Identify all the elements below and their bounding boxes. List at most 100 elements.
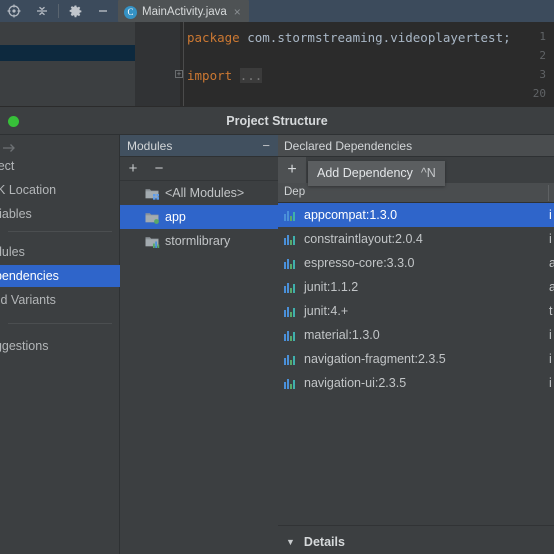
module-item-label: <All Modules> [165, 186, 245, 200]
dialog-sidebar: oject DK Location ariables odules ependencie… [0, 135, 120, 554]
details-title: Details [303, 535, 345, 549]
dependencies-list[interactable]: appcompat:1.3.0 i constraintlayout:2.0.4 i e… [278, 203, 554, 526]
dependency-row[interactable]: espresso-core:3.3.0 a [278, 251, 554, 275]
library-icon [284, 210, 297, 221]
sidebar-item-project[interactable]: oject [0, 155, 120, 177]
all-modules-icon [145, 187, 160, 200]
details-section: ▼ Details Group ID:androidx.appcompatArt… [278, 527, 554, 554]
column-divider[interactable] [548, 185, 549, 201]
sidebar-item-sdk-location[interactable]: DK Location [0, 179, 120, 201]
dependencies-panel-header: Declared Dependencies [278, 135, 554, 157]
code-token: ... [239, 68, 263, 83]
minimize-icon[interactable]: − [262, 139, 270, 152]
window-status-dot-icon[interactable] [8, 116, 19, 127]
sidebar-item-label: oject [0, 159, 15, 173]
dependency-label: junit:4.+ [304, 304, 349, 318]
details-header[interactable]: ▼ Details [286, 535, 345, 549]
sidebar-separator [8, 323, 112, 324]
dependency-label: appcompat:1.3.0 [304, 208, 398, 222]
dependency-scope: a [549, 280, 554, 294]
code-token: import [187, 68, 240, 83]
library-icon [284, 306, 297, 317]
library-icon [284, 282, 297, 293]
editor-tab-mainactivity[interactable]: C MainActivity.java × [118, 0, 249, 22]
dependency-label: navigation-fragment:2.3.5 [304, 352, 446, 366]
add-dependency-button[interactable]: + [278, 157, 306, 183]
dependency-scope: i [549, 208, 552, 222]
module-list-item[interactable]: stormlibrary [120, 229, 278, 253]
collapse-all-icon[interactable] [28, 0, 56, 22]
dependency-scope: i [549, 328, 552, 342]
app-module-icon [145, 211, 160, 224]
editor-tab-label: MainActivity.java [142, 6, 227, 18]
dependency-scope: i [549, 352, 552, 366]
dependency-row[interactable]: appcompat:1.3.0 i [278, 203, 554, 227]
java-class-icon: C [124, 5, 137, 19]
editor-gutter [135, 22, 180, 106]
dependency-row[interactable]: navigation-fragment:2.3.5 i [278, 347, 554, 371]
project-tree-panel[interactable] [0, 22, 135, 106]
modules-list[interactable]: <All Modules> app stormlibrary [120, 181, 278, 554]
dependency-row[interactable]: constraintlayout:2.0.4 i [278, 227, 554, 251]
gutter-line-number: 20 [532, 87, 546, 100]
project-tree-selected-row[interactable] [0, 45, 135, 61]
module-item-label: app [165, 210, 186, 224]
dependency-row[interactable]: junit:4.+ t [278, 299, 554, 323]
sidebar-item-label: uild Variants [0, 293, 56, 307]
module-list-item[interactable]: app [120, 205, 278, 229]
code-fold-icon[interactable]: + [175, 70, 183, 78]
library-icon [284, 258, 297, 269]
dependency-label: espresso-core:3.3.0 [304, 256, 415, 270]
code-editor[interactable]: 1 package com.stormstreaming.videoplayert… [135, 22, 554, 106]
dependency-scope: i [549, 232, 552, 246]
sidebar-item-suggestions[interactable]: uggestions [0, 335, 120, 357]
dialog-title: Project Structure [226, 113, 328, 128]
close-icon[interactable]: × [234, 5, 241, 19]
sidebar-item-modules[interactable]: odules [0, 241, 120, 263]
toolbar-divider [58, 4, 59, 18]
sidebar-item-dependencies[interactable]: ependencies [0, 265, 120, 287]
dependency-row[interactable]: navigation-ui:2.3.5 i [278, 371, 554, 395]
module-item-label: stormlibrary [165, 234, 231, 248]
ide-toolbar-icons [0, 0, 117, 22]
code-token: com.stormstreaming.videoplayertest; [247, 30, 511, 45]
sidebar-item-variables[interactable]: ariables [0, 203, 120, 225]
screen: C MainActivity.java × 1 package com.storm… [0, 0, 554, 554]
gutter-line-number: 3 [539, 68, 546, 81]
modules-panel-header: Modules − [120, 135, 278, 157]
modules-panel: Modules − + − <All Modules> app stormlibra… [120, 135, 278, 554]
module-list-item[interactable]: <All Modules> [120, 181, 278, 205]
dependency-row[interactable]: material:1.3.0 i [278, 323, 554, 347]
library-icon [284, 330, 297, 341]
chevron-down-icon[interactable]: ▼ [286, 537, 295, 547]
project-structure-dialog: Project Structure oject DK Location ariabl… [0, 106, 554, 554]
dependencies-column-header[interactable]: Dep [278, 183, 554, 203]
gutter-line-number: 1 [539, 30, 546, 43]
locate-target-icon[interactable] [0, 0, 28, 22]
gutter-line-number: 2 [539, 49, 546, 62]
dependency-label: constraintlayout:2.0.4 [304, 232, 423, 246]
dependency-scope: a [549, 256, 554, 270]
dependency-scope: t [549, 304, 553, 318]
sidebar-item-label: uggestions [0, 339, 49, 353]
dependency-label: navigation-ui:2.3.5 [304, 376, 407, 390]
column-header-dependency: Dep [284, 186, 306, 198]
gear-icon[interactable] [61, 0, 89, 22]
tooltip-shortcut: ^N [420, 166, 436, 180]
library-icon [284, 378, 297, 389]
gutter-divider [183, 22, 184, 106]
sidebar-item-build-variants[interactable]: uild Variants [0, 289, 120, 311]
add-module-button[interactable]: + [120, 158, 146, 180]
dependency-label: material:1.3.0 [304, 328, 380, 342]
ide-toolbar: C MainActivity.java × [0, 0, 554, 22]
dependency-row[interactable]: junit:1.1.2 a [278, 275, 554, 299]
remove-module-button[interactable]: − [146, 158, 172, 180]
code-token: package [187, 30, 248, 45]
code-line[interactable]: package com.stormstreaming.videoplayerte… [187, 30, 511, 45]
minimize-icon[interactable] [89, 0, 117, 22]
code-line[interactable]: import ... [187, 68, 263, 83]
modules-header-label: Modules [127, 138, 173, 153]
dependencies-header-label: Declared Dependencies [284, 138, 413, 153]
dependency-scope: i [549, 376, 552, 390]
declared-dependencies-panel: Declared Dependencies + − Add Dependency… [278, 135, 554, 554]
